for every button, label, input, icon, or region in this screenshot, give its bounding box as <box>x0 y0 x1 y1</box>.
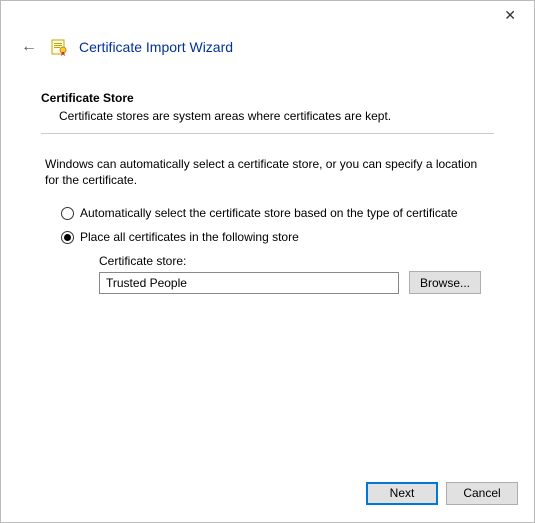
section-subtext: Certificate stores are system areas wher… <box>41 109 494 123</box>
next-button[interactable]: Next <box>366 482 438 505</box>
store-row: Browse... <box>99 271 494 294</box>
store-block: Certificate store: Browse... <box>61 254 494 294</box>
titlebar: ✕ <box>1 1 534 31</box>
radio-auto[interactable]: Automatically select the certificate sto… <box>61 206 494 220</box>
footer: Next Cancel <box>1 470 534 522</box>
wizard-window: ✕ ← Certificate Import Wizard Certificat… <box>0 0 535 523</box>
radio-icon <box>61 231 74 244</box>
wizard-title: Certificate Import Wizard <box>79 39 233 55</box>
certificate-store-input[interactable] <box>99 272 399 294</box>
header: ← Certificate Import Wizard <box>1 31 534 71</box>
intro-text: Windows can automatically select a certi… <box>41 156 494 188</box>
store-label: Certificate store: <box>99 254 494 268</box>
content-area: Certificate Store Certificate stores are… <box>1 71 534 470</box>
close-icon[interactable]: ✕ <box>496 5 524 26</box>
cancel-button[interactable]: Cancel <box>446 482 518 505</box>
separator <box>41 133 494 134</box>
radio-place[interactable]: Place all certificates in the following … <box>61 230 494 244</box>
browse-button[interactable]: Browse... <box>409 271 481 294</box>
certificate-icon <box>51 38 69 56</box>
radio-icon <box>61 207 74 220</box>
section-heading: Certificate Store <box>41 91 494 105</box>
radio-group: Automatically select the certificate sto… <box>41 206 494 294</box>
radio-place-label: Place all certificates in the following … <box>80 230 299 244</box>
radio-auto-label: Automatically select the certificate sto… <box>80 206 458 220</box>
back-arrow-icon[interactable]: ← <box>17 37 41 57</box>
